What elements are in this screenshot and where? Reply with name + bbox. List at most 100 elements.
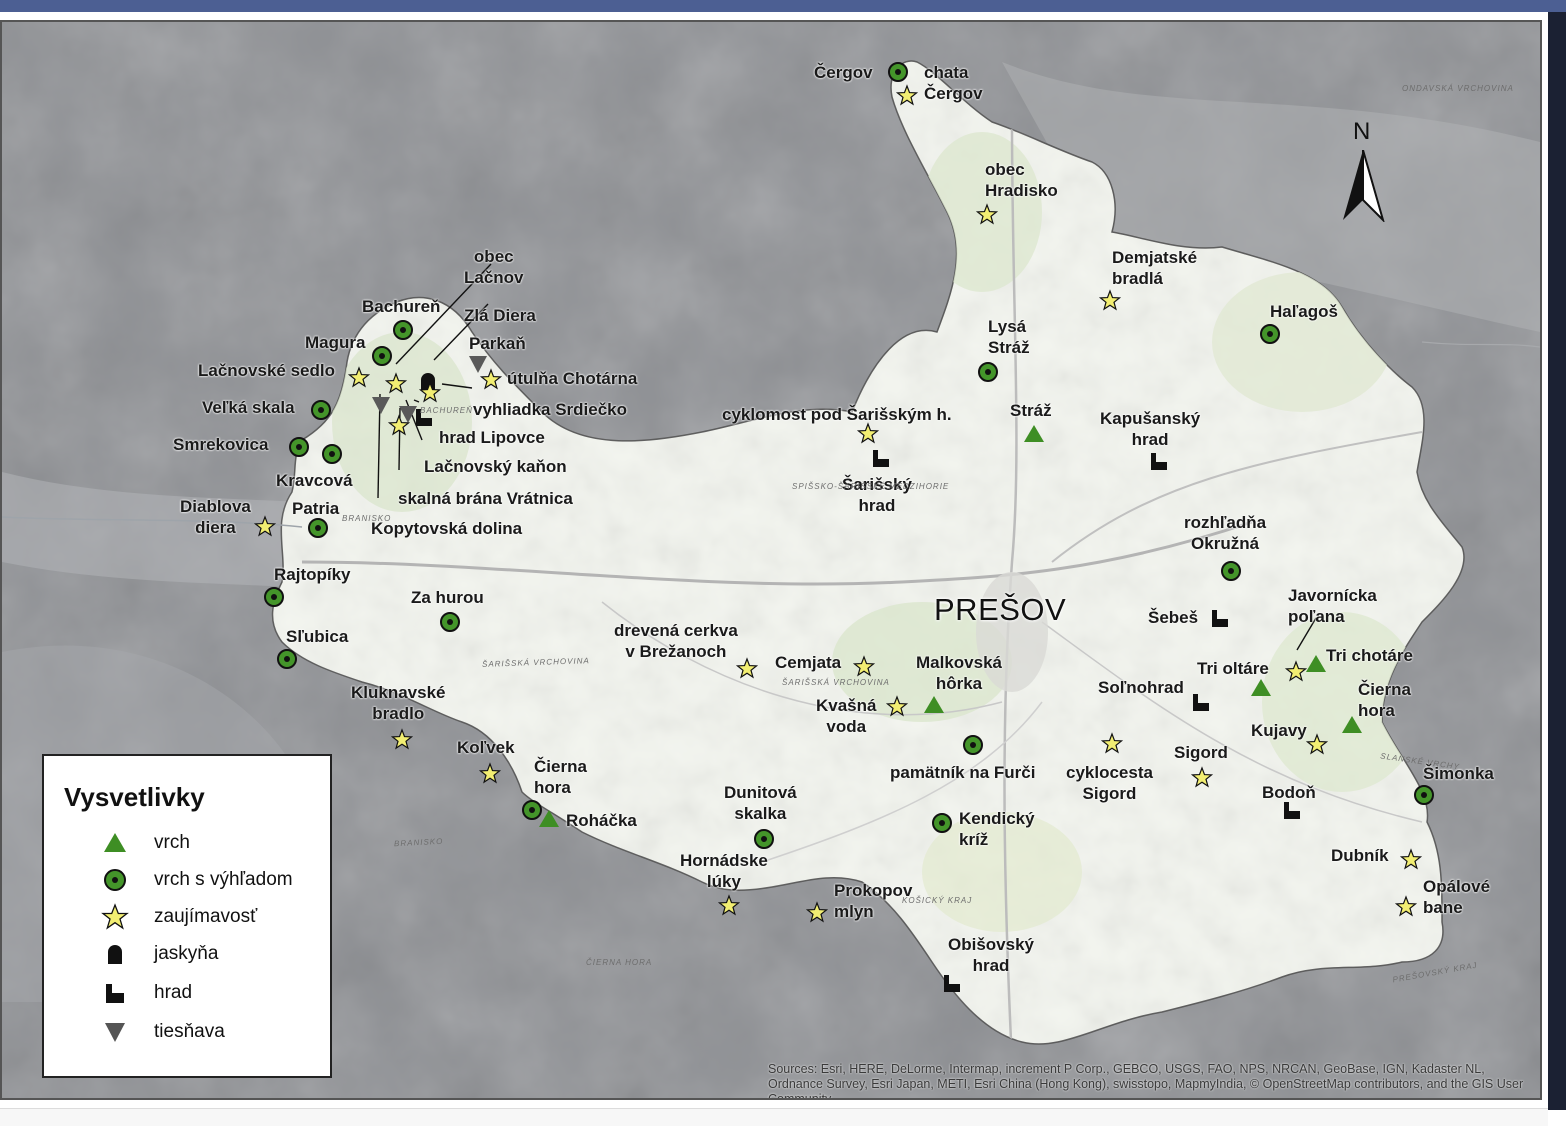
place-label-kapusansky-hrad: Kapušanský hrad (1100, 409, 1201, 449)
cave-icon (108, 945, 122, 964)
place-label-diablova-diera: Diablova diera (180, 497, 251, 537)
marker-solnohrad[interactable] (1193, 694, 1209, 711)
marker-lacnovske-sedlo[interactable] (347, 366, 371, 388)
marker-dunitova-skalka[interactable] (754, 829, 774, 849)
place-label-sebes: Šebeš (1148, 608, 1199, 627)
place-label-lacnovske-sedlo: Lačnovské sedlo (198, 361, 336, 380)
marker-sebes[interactable] (1212, 610, 1228, 627)
place-label-rohacka: Roháčka (566, 811, 637, 830)
basemap-label: BRANISKO (342, 514, 392, 523)
place-label-hornadske-luky: Hornádske lúky (680, 851, 768, 891)
marker-cierna-hora[interactable] (522, 800, 542, 820)
triangle-down-icon (105, 1023, 125, 1042)
marker-kolvek[interactable] (478, 762, 502, 784)
marker-bodon[interactable] (1284, 802, 1300, 819)
place-label-kujavy: Kujavy (1251, 721, 1307, 740)
place-label-zla-diera: Zlá Diera (464, 306, 536, 325)
place-label-bodon: Bodoň (1262, 783, 1316, 802)
place-label-vyhliadka-srdiecko: vyhliadka Srdiečko (473, 400, 628, 419)
marker-demjatske-bradla[interactable] (1098, 289, 1122, 311)
marker-sigord[interactable] (1190, 766, 1214, 788)
legend-label: zaujímavosť (154, 906, 258, 927)
marker-sarissky-hrad[interactable] (873, 450, 889, 467)
marker-velka-skala[interactable] (311, 400, 331, 420)
place-label-hrad-lipovce: hrad Lipovce (439, 428, 545, 447)
marker-patria[interactable] (308, 518, 328, 538)
place-label-magura: Magura (305, 333, 366, 352)
marker-rozhladna-okruzna[interactable] (1221, 561, 1241, 581)
place-label-cyklocesta-sigord: cyklocesta Sigord (1066, 763, 1153, 803)
legend-label: tiesňava (154, 1021, 225, 1042)
marker-drevena-cerkva-v-brezanoch[interactable] (735, 657, 759, 679)
marker-pamatnik-na-furci[interactable] (963, 735, 983, 755)
marker-rohacka[interactable] (539, 810, 559, 827)
place-label-skalna-brana-vratnica: skalná brána Vrátnica (398, 489, 573, 508)
marker-simonka[interactable] (1414, 785, 1434, 805)
marker-parkan[interactable] (469, 356, 487, 373)
basemap-label: ČIERNA HORA (586, 958, 653, 967)
legend-label: vrch (154, 832, 190, 853)
place-label-javornicka-polana: Javornícka poľana (1288, 586, 1377, 626)
marker-cyklocesta-sigord[interactable] (1100, 732, 1124, 754)
marker-cyklomost-pod-sarisskym-h[interactable] (856, 422, 880, 444)
marker-obec-lacnov[interactable] (384, 372, 408, 394)
place-label-tri-oltare: Tri oltáre (1197, 659, 1269, 678)
place-label-rozhladna-okruzna: rozhľadňa Okružná (1184, 513, 1267, 553)
place-label-utulna-chotarna: útulňa Chotárna (507, 369, 638, 388)
marker-tri-oltare[interactable] (1251, 679, 1271, 696)
marker-kluknavske-bradlo[interactable] (390, 728, 414, 750)
place-label-solnohrad: Soľnohrad (1098, 678, 1184, 697)
marker-kopytovska-dolina[interactable] (372, 397, 390, 414)
circle-dot-icon (104, 869, 126, 891)
marker-cergov[interactable] (888, 62, 908, 82)
marker-opalove-bane[interactable] (1394, 895, 1418, 917)
marker-kendicky-kriz[interactable] (932, 813, 952, 833)
map-legend: Vysvetlivky vrch vrch s výhľadom zaujíma… (42, 754, 332, 1078)
place-label-kolvek: Koľvek (457, 738, 515, 757)
place-label-velka-skala: Veľká skala (202, 398, 295, 417)
marker-chata-cergov[interactable] (895, 84, 919, 106)
place-label-sarissky-hrad: Šarišský hrad (842, 475, 912, 515)
place-label-smrekovica: Smrekovica (173, 435, 269, 454)
place-label-drevena-cerkva-v-brezanoch: drevená cerkva v Brežanoch (614, 621, 738, 661)
marker-smrekovica[interactable] (289, 437, 309, 457)
place-label-cergov: Čergov (814, 63, 873, 82)
place-label-rajtopiky: Rajtopíky (274, 565, 351, 584)
marker-diablova-diera[interactable] (253, 515, 277, 537)
marker-prokopov-mlyn[interactable] (805, 901, 829, 923)
marker-bachuren[interactable] (393, 320, 413, 340)
marker-cemjata[interactable] (852, 655, 876, 677)
place-label-parkan: Parkaň (469, 334, 526, 353)
marker-malkovska-horka[interactable] (924, 696, 944, 713)
marker-tri-chotare[interactable] (1306, 655, 1326, 672)
map-frame[interactable]: Čergov chata Čergov obec Hradisko Demjatské… (0, 20, 1542, 1100)
marker-javornicka-polana[interactable] (1284, 660, 1308, 682)
place-label-straz: Stráž (1010, 401, 1052, 420)
place-label-cierna-hora: Čierna hora (1358, 680, 1411, 720)
marker-magura[interactable] (372, 346, 392, 366)
marker-lysa-straz[interactable] (978, 362, 998, 382)
marker-straz[interactable] (1024, 425, 1044, 442)
marker-rajtopiky[interactable] (264, 587, 284, 607)
marker-hornadske-luky[interactable] (717, 894, 741, 916)
marker-obec-hradisko[interactable] (975, 203, 999, 225)
marker-utulna-chotarna[interactable] (479, 368, 503, 390)
marker-dubnik[interactable] (1399, 848, 1423, 870)
legend-label: jaskyňa (154, 943, 219, 964)
map-attribution: Sources: Esri, HERE, DeLorme, Intermap, … (768, 1062, 1524, 1100)
place-label-kluknavske-bradlo: Kluknavské bradlo (351, 683, 446, 723)
marker-halagos[interactable] (1260, 324, 1280, 344)
place-label-slubica: Sľubica (286, 627, 349, 646)
marker-kvasna-voda[interactable] (885, 695, 909, 717)
marker-kravcova[interactable] (322, 444, 342, 464)
marker-za-hurou[interactable] (440, 612, 460, 632)
place-label-patria: Patria (292, 499, 340, 518)
marker-obisovsky-hrad[interactable] (944, 975, 960, 992)
marker-slubica[interactable] (277, 649, 297, 669)
place-label-obec-hradisko: obec Hradisko (985, 160, 1058, 200)
marker-kapusansky-hrad[interactable] (1151, 453, 1167, 470)
place-label-sigord: Sigord (1174, 743, 1228, 762)
legend-label: hrad (154, 982, 193, 1003)
north-arrow-label: N (1353, 118, 1371, 145)
marker-kujavy[interactable] (1305, 733, 1329, 755)
